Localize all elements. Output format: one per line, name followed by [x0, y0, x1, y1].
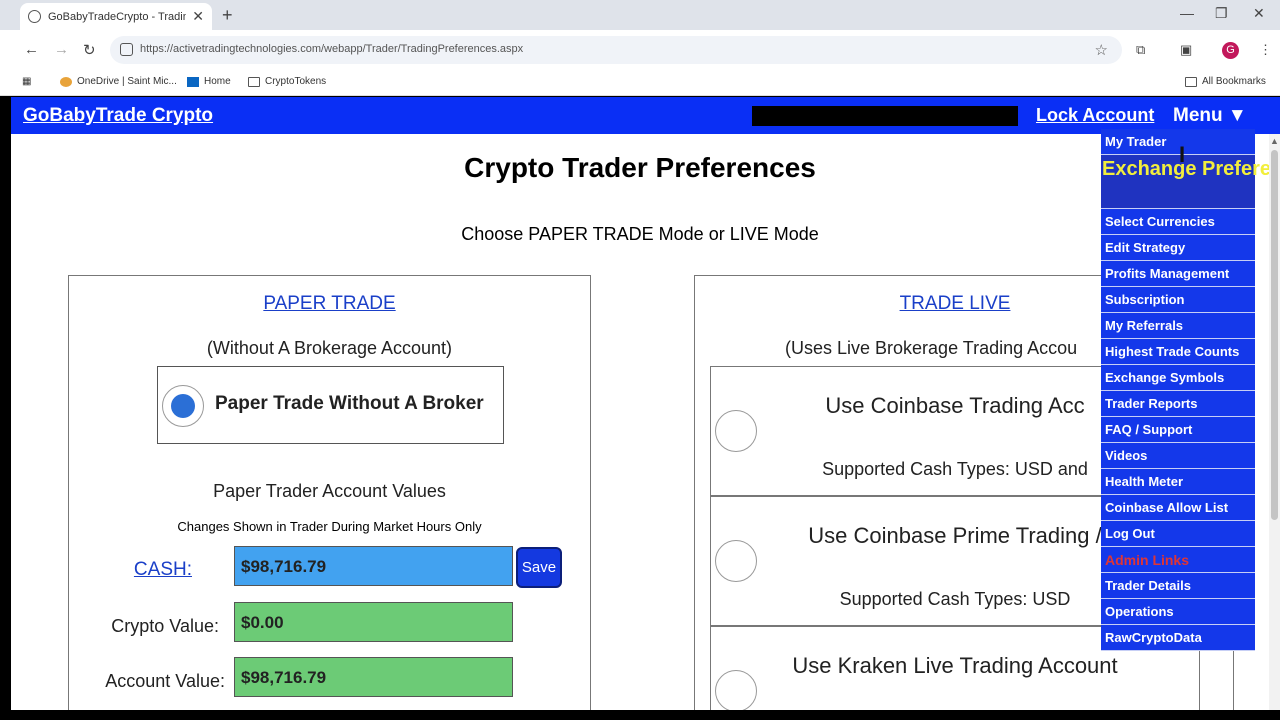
menu-item-videos[interactable]: Videos [1101, 443, 1255, 469]
new-tab-button[interactable]: + [222, 5, 233, 26]
page-title: Crypto Trader Preferences [464, 152, 816, 183]
menu-item-trader-reports[interactable]: Trader Reports [1101, 391, 1255, 417]
menu-item-exchange-preferences[interactable]: Exchange Preferences [1101, 155, 1280, 209]
menu-item-highest-trade-counts[interactable]: Highest Trade Counts [1101, 339, 1255, 365]
trade-live-note: (Uses Live Brokerage Trading Accou [785, 338, 1078, 358]
paper-trade-option-label: Paper Trade Without A Broker [215, 393, 484, 414]
site-header: GoBabyTrade Crypto Lock Account Menu ▼ [11, 97, 1280, 134]
profile-avatar[interactable]: G [1222, 42, 1239, 59]
brand-link[interactable]: GoBabyTrade Crypto [23, 105, 213, 127]
text-cursor-icon: I [1179, 142, 1186, 167]
menu-item-rawcryptodata[interactable]: RawCryptoData [1101, 625, 1255, 651]
menu-item-edit-strategy[interactable]: Edit Strategy [1101, 235, 1255, 261]
browser-toolbar: ← → ↻ https://activetradingtechnologies.… [0, 30, 1280, 70]
linkedin-icon [187, 76, 199, 87]
menu-item-subscription[interactable]: Subscription [1101, 287, 1255, 313]
apps-grid-icon[interactable]: ▦ [22, 76, 31, 87]
cast-icon[interactable]: ▣ [1180, 42, 1192, 58]
all-bookmarks[interactable]: All Bookmarks [1185, 76, 1266, 87]
menu-item-profits-management[interactable]: Profits Management [1101, 261, 1255, 287]
paper-trade-panel: PAPER TRADE (Without A Brokerage Account… [68, 275, 591, 710]
menu-item-exchange-symbols[interactable]: Exchange Symbols [1101, 365, 1255, 391]
onedrive-icon [60, 76, 72, 87]
close-window-icon[interactable]: ✕ [1253, 5, 1265, 22]
paper-trade-note: (Without A Brokerage Account) [206, 338, 453, 358]
paper-trade-option[interactable]: Paper Trade Without A Broker [157, 366, 504, 444]
menu-item-operations[interactable]: Operations [1101, 599, 1255, 625]
menu-item-coinbase-allow-list[interactable]: Coinbase Allow List [1101, 495, 1255, 521]
values-note: Changes Shown in Trader During Market Ho… [177, 519, 482, 534]
tab-title: GoBabyTradeCrypto - Trading P [48, 10, 187, 23]
minimize-icon[interactable]: — [1180, 5, 1194, 21]
paper-trade-link[interactable]: PAPER TRADE [69, 293, 590, 315]
menu-item-admin-links[interactable]: Admin Links [1101, 547, 1255, 573]
close-tab-icon[interactable]: ✕ [192, 8, 204, 25]
menu-item-faq-support[interactable]: FAQ / Support [1101, 417, 1255, 443]
lock-account-link[interactable]: Lock Account [1036, 105, 1154, 126]
bookmark-cryptotokens[interactable]: CryptoTokens [248, 76, 326, 87]
menu-item-select-currencies[interactable]: Select Currencies [1101, 209, 1255, 235]
folder-icon [248, 76, 260, 87]
bookmark-star-icon[interactable]: ☆ [1095, 41, 1108, 59]
values-title: Paper Trader Account Values [213, 481, 446, 501]
bookmarks-bar: ▦ OneDrive | Saint Mic... Home CryptoTok… [0, 70, 1280, 96]
scrollbar-thumb[interactable] [1271, 150, 1278, 520]
reload-icon[interactable]: ↻ [83, 41, 96, 59]
paper-trade-radio[interactable] [162, 385, 204, 427]
account-value-label: Account Value: [105, 671, 225, 691]
back-icon[interactable]: ← [24, 41, 39, 58]
menu-item-trader-details[interactable]: Trader Details [1101, 573, 1255, 599]
menu-dropdown: My Trader Exchange Preferences Select Cu… [1101, 129, 1280, 651]
web-page: GoBabyTrade Crypto Lock Account Menu ▼ C… [11, 97, 1280, 710]
bookmark-onedrive[interactable]: OneDrive | Saint Mic... [60, 76, 177, 87]
scroll-up-icon[interactable]: ▲ [1270, 136, 1279, 146]
more-menu-icon[interactable]: ⋮ [1259, 42, 1272, 58]
menu-item-log-out[interactable]: Log Out [1101, 521, 1255, 547]
menu-item-my-trader[interactable]: My Trader [1101, 129, 1255, 155]
account-value-field: $98,716.79 [234, 657, 513, 697]
kraken-option-title: Use Kraken Live Trading Account [792, 653, 1118, 678]
globe-icon [28, 10, 41, 23]
site-info-icon[interactable] [120, 43, 133, 56]
cash-label-wrap: CASH: [69, 559, 192, 581]
url-text[interactable]: https://activetradingtechnologies.com/we… [140, 43, 523, 55]
bookmark-home[interactable]: Home [187, 76, 231, 87]
cash-input[interactable]: $98,716.79 [234, 546, 513, 586]
crypto-value-label: Crypto Value: [111, 616, 219, 636]
menu-button[interactable]: Menu ▼ [1173, 105, 1247, 127]
folder-icon [1185, 76, 1197, 87]
restore-icon[interactable]: ❐ [1215, 5, 1228, 22]
page-subtitle: Choose PAPER TRADE Mode or LIVE Mode [461, 224, 819, 244]
redacted-user-info [752, 106, 1018, 126]
page-scrollbar[interactable]: ▲ [1269, 134, 1280, 710]
browser-tab[interactable]: GoBabyTradeCrypto - Trading P ✕ [20, 3, 212, 30]
crypto-value-field: $0.00 [234, 602, 513, 642]
menu-item-my-referrals[interactable]: My Referrals [1101, 313, 1255, 339]
address-bar[interactable]: https://activetradingtechnologies.com/we… [110, 36, 1122, 64]
cash-link[interactable]: CASH: [134, 559, 192, 580]
save-button[interactable]: Save [516, 547, 562, 588]
forward-icon[interactable]: → [54, 41, 69, 58]
browser-tab-bar: GoBabyTradeCrypto - Trading P ✕ + — ❐ ✕ [0, 0, 1280, 30]
extensions-icon[interactable]: ⧉ [1136, 42, 1145, 58]
menu-item-health-meter[interactable]: Health Meter [1101, 469, 1255, 495]
